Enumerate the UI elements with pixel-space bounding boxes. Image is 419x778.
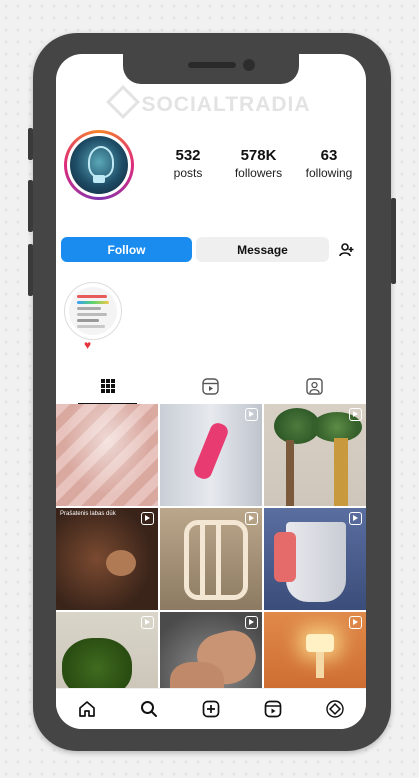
post-thumbnail[interactable]: Prašatenis labas dūk [56, 508, 158, 610]
power-button [391, 198, 396, 284]
reel-badge-icon [349, 408, 362, 421]
following-label: following [305, 166, 353, 180]
reels-icon [202, 377, 220, 395]
post-thumbnail[interactable] [160, 404, 262, 506]
highlight-cover [69, 287, 117, 335]
reel-badge-icon [349, 616, 362, 629]
front-camera [243, 59, 255, 71]
post-thumbnail[interactable] [264, 508, 366, 610]
add-user-icon [338, 242, 353, 256]
reel-badge-icon [349, 512, 362, 525]
story-highlight[interactable] [64, 282, 122, 340]
nav-reels[interactable] [259, 695, 287, 723]
reels-icon [264, 700, 282, 718]
posts-count: 532 [175, 147, 201, 164]
nav-search[interactable] [135, 695, 163, 723]
reel-badge-icon [141, 512, 154, 525]
watermark: SOCIALTRADIA [106, 85, 311, 119]
following-count: 63 [320, 147, 338, 164]
profile-icon [326, 700, 344, 718]
nav-profile[interactable] [321, 695, 349, 723]
followers-count: 578K [240, 147, 277, 164]
mute-switch [28, 128, 33, 160]
profile-tabs [56, 368, 366, 404]
posts-label: posts [173, 166, 203, 180]
followers-stat[interactable]: 578K followers [227, 147, 291, 180]
speaker-grille [188, 62, 236, 68]
search-icon [141, 701, 157, 717]
grid-icon [100, 379, 115, 393]
volume-down-button [28, 244, 33, 296]
phone-notch [123, 54, 299, 84]
volume-up-button [28, 180, 33, 232]
reel-badge-icon [245, 512, 258, 525]
avatar-image [70, 136, 128, 194]
home-icon [79, 701, 95, 717]
post-thumbnail[interactable] [56, 404, 158, 506]
post-thumbnail[interactable] [264, 404, 366, 506]
follow-button[interactable]: Follow [61, 237, 192, 262]
lightbulb-icon [88, 146, 114, 178]
tagged-icon [306, 377, 323, 395]
reel-badge-icon [141, 616, 154, 629]
heart-icon: ♥ [84, 338, 92, 352]
tab-reels[interactable] [159, 368, 262, 404]
posts-stat[interactable]: 532 posts [156, 147, 220, 180]
phone-screen: SOCIALTRADIA 532 posts 578K followers 63… [56, 54, 366, 729]
tab-posts-grid[interactable] [56, 368, 159, 404]
reel-badge-icon [245, 616, 258, 629]
profile-stats: 532 posts 578K followers 63 following [156, 147, 361, 180]
tab-tagged[interactable] [263, 368, 366, 404]
posts-grid: Prašatenis labas dūk [56, 404, 366, 714]
profile-avatar[interactable] [64, 130, 134, 200]
socialtradia-logo-icon [106, 85, 141, 119]
post-thumbnail[interactable] [160, 508, 262, 610]
message-button[interactable]: Message [196, 237, 329, 262]
bottom-nav [56, 688, 366, 729]
post-caption: Prašatenis labas dūk [60, 511, 116, 517]
add-user-button[interactable] [333, 237, 360, 262]
nav-create[interactable] [197, 695, 225, 723]
nav-home[interactable] [73, 695, 101, 723]
create-icon [202, 700, 220, 718]
reel-badge-icon [245, 408, 258, 421]
following-stat[interactable]: 63 following [297, 147, 361, 180]
followers-label: followers [234, 166, 283, 180]
